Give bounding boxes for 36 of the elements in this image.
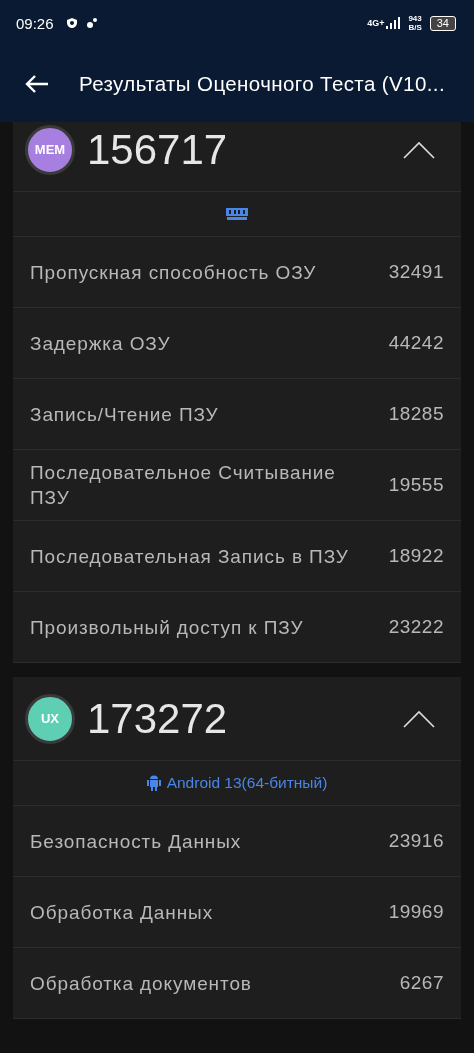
- test-name: Пропускная способность ОЗУ: [30, 260, 317, 285]
- total-score: 173272: [87, 694, 229, 743]
- collapse-chevron-icon[interactable]: [403, 709, 435, 728]
- collapse-chevron-icon[interactable]: [403, 140, 435, 159]
- test-score: 32491: [388, 261, 444, 283]
- android-robot-icon: [146, 775, 161, 791]
- os-version-text: Android 13(64-битный): [166, 774, 328, 792]
- test-score: 18285: [388, 403, 444, 425]
- speed-value: 943: [408, 14, 422, 23]
- test-name: Обработка документов: [30, 971, 252, 996]
- screen-title: Результаты Оценочного Теста (V10...: [79, 72, 445, 96]
- test-name: Обработка Данных: [30, 900, 214, 925]
- test-score: 19969: [388, 901, 444, 923]
- test-name: Безопасность Данных: [30, 829, 242, 854]
- battery-indicator: 34: [429, 15, 456, 31]
- memory-chip-icon: [226, 208, 248, 220]
- test-name: Произвольный доступ к ПЗУ: [30, 615, 304, 640]
- test-name: Запись/Чтение ПЗУ: [30, 402, 219, 427]
- category-badge: MEM: [25, 124, 75, 175]
- category-badge: UX: [25, 693, 75, 744]
- test-name: Последовательная Запись в ПЗУ: [30, 544, 349, 569]
- signal-icon: [386, 17, 401, 29]
- test-score: 19555: [388, 474, 444, 496]
- network-type: 4G+: [367, 18, 385, 28]
- speed-unit: B/S: [408, 23, 422, 32]
- test-score: 23916: [388, 830, 444, 852]
- test-name: Последовательное Считывание ПЗУ: [30, 461, 337, 510]
- test-name: Задержка ОЗУ: [30, 331, 171, 356]
- test-score: 23222: [388, 616, 444, 638]
- total-score: 156717: [87, 125, 229, 174]
- test-score: 44242: [388, 332, 444, 354]
- shield-icon: [65, 17, 78, 29]
- test-score: 6267: [399, 972, 444, 994]
- test-score: 18922: [388, 545, 444, 567]
- status-time: 09:26: [16, 14, 54, 32]
- back-arrow-icon[interactable]: [25, 74, 49, 94]
